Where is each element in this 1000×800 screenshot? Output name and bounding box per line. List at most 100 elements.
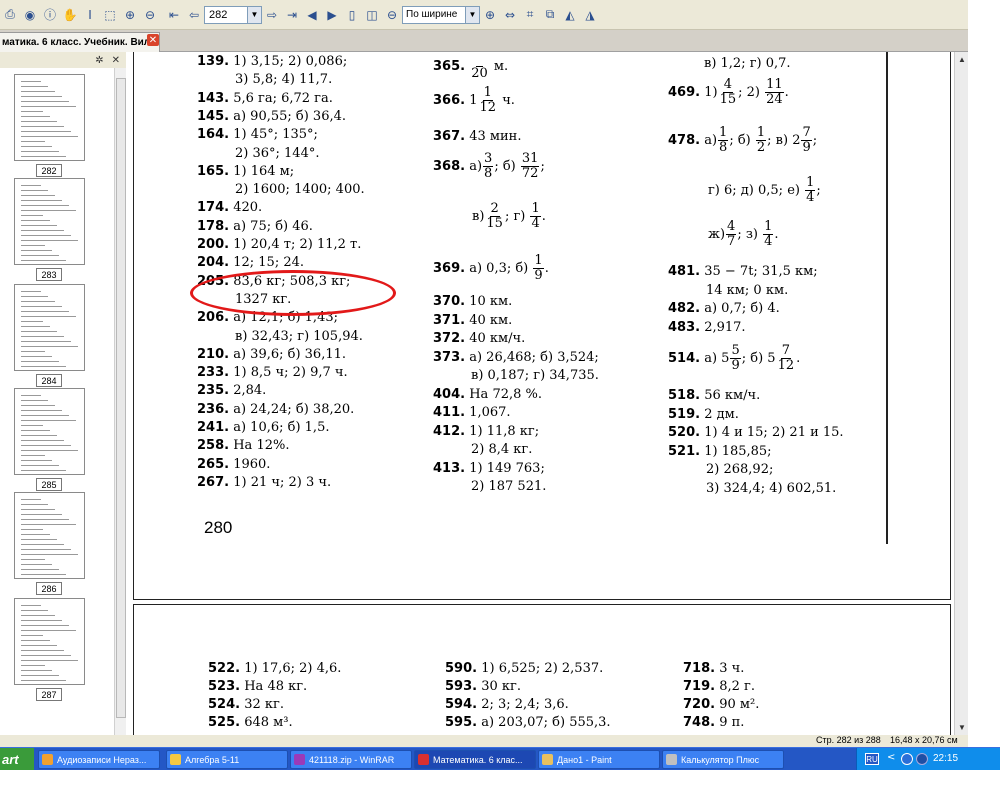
answer-text: 35 − 7t; 31,5 км; <box>704 264 818 279</box>
thumbnail-text-line <box>21 605 41 606</box>
taskbar-item-label: Дано1 - Paint <box>557 754 612 765</box>
taskbar-item[interactable]: 421118.zip - WinRAR <box>290 750 412 769</box>
scroll-up-icon[interactable]: ▲ <box>955 52 969 66</box>
answer-number: 373. <box>433 349 466 365</box>
start-button[interactable]: art <box>0 748 34 771</box>
answer-text: 1) 4 и 15; 2) 21 и 15. <box>704 425 844 440</box>
answer-line: 143. 5,6 га; 6,72 га. <box>197 91 333 107</box>
answer-line: 178. а) 75; б) 46. <box>197 219 313 235</box>
pane-close-icon[interactable]: ✕ <box>112 55 120 66</box>
thumbnail-scrollbar-thumb[interactable] <box>116 78 126 718</box>
page-thumbnail[interactable] <box>14 388 85 475</box>
viewer-scrollbar[interactable]: ▲ ▼ <box>954 52 968 735</box>
thumbnail-page-label[interactable]: 285 <box>36 478 62 491</box>
zoom-minus-icon[interactable]: ⊖ <box>383 6 401 24</box>
page-dropdown-icon[interactable]: ▼ <box>248 5 262 24</box>
answer-text: 1) 20,4 т; 2) 11,2 т. <box>233 237 362 252</box>
thumbnail-text-line <box>21 96 62 97</box>
answer-text: а) 26,468; б) 3,524; <box>469 349 599 365</box>
zoom-in-icon[interactable]: ⊕ <box>121 6 139 24</box>
zoom-tool-icon[interactable]: ◉ <box>21 6 39 24</box>
volume-icon[interactable] <box>916 753 928 765</box>
taskbar-item[interactable]: Алгебра 5-11 <box>166 750 288 769</box>
rotate-right-icon[interactable]: ◮ <box>581 6 599 24</box>
prev-page-icon[interactable]: ⇦ <box>185 6 203 24</box>
answer-text: 14 км; 0 км. <box>706 282 789 298</box>
facing-pages-icon[interactable]: ◫ <box>363 6 381 24</box>
fit-width-icon[interactable]: ⇔ <box>501 6 519 24</box>
thumbnail-text-line <box>21 361 59 362</box>
answer-number: 595. <box>445 715 478 730</box>
thumbnail-pane-header: ✲ ✕ <box>0 52 126 68</box>
page-number-input[interactable]: 282 <box>204 5 248 24</box>
tab-bar: матика. 6 класс. Учебник. Вил... ✕ <box>0 30 968 52</box>
app-icon <box>294 754 305 765</box>
next-page-icon[interactable]: ⇨ <box>263 6 281 24</box>
select-text-icon[interactable]: I <box>81 6 99 24</box>
zoom-out-icon[interactable]: ⊖ <box>141 6 159 24</box>
info-icon[interactable]: ⓘ <box>41 6 59 24</box>
answer-number: 139. <box>197 54 230 69</box>
answer-text: 40 км/ч. <box>469 331 526 346</box>
thumbnail-page-label[interactable]: 282 <box>36 164 62 177</box>
page-thumbnail[interactable] <box>14 74 85 161</box>
thumbnail-text-line <box>21 156 66 157</box>
actual-size-icon[interactable]: ⧉ <box>541 6 559 24</box>
taskbar-item[interactable]: Математика. 6 клас... <box>414 750 536 769</box>
pane-options-icon[interactable]: ✲ <box>95 55 103 66</box>
rotate-left-icon[interactable]: ◭ <box>561 6 579 24</box>
taskbar-item[interactable]: Калькулятор Плюс <box>662 750 784 769</box>
page-thumbnail[interactable] <box>14 284 85 371</box>
thumbnail-text-line <box>21 554 78 555</box>
thumbnail-page-label[interactable]: 286 <box>36 582 62 595</box>
thumbnail-text-line <box>21 291 41 292</box>
thumbnail-text-line <box>21 630 76 631</box>
forward-icon[interactable]: ▶ <box>323 6 341 24</box>
thumbnail-scrollbar[interactable] <box>114 68 126 735</box>
answer-text: 1) 6,525; 2) 2,537. <box>481 661 604 676</box>
thumbnail-text-line <box>21 190 48 191</box>
page-number: 280 <box>204 518 233 537</box>
back-icon[interactable]: ◀ <box>303 6 321 24</box>
answer-text: 1) 11,8 кг; <box>469 423 540 439</box>
zoom-mode-select[interactable]: По ширине <box>402 5 466 24</box>
thumbnail-page-label[interactable]: 284 <box>36 374 62 387</box>
document-tab[interactable]: матика. 6 класс. Учебник. Вил... <box>0 32 160 52</box>
answer-367: 367. 43 мин. <box>433 129 522 144</box>
answer-line: 404. На 72,8 %. <box>433 387 542 403</box>
thumbnail-text-line <box>21 430 50 431</box>
close-icon[interactable]: ✕ <box>147 34 159 46</box>
tray-expand-icon[interactable]: < <box>887 752 895 763</box>
select-area-icon[interactable]: ⬚ <box>101 6 119 24</box>
print-icon[interactable]: ⎙ <box>1 6 19 24</box>
fit-page-icon[interactable]: ⌗ <box>521 6 539 24</box>
single-page-icon[interactable]: ▯ <box>343 6 361 24</box>
answer-number: 525. <box>208 715 241 730</box>
taskbar-item-label: Аудиозаписи Нераз... <box>57 754 147 765</box>
answer-line: 524. 32 кг. <box>208 697 284 713</box>
answer-text: 2,84. <box>233 383 267 399</box>
page-thumbnail[interactable] <box>14 598 85 685</box>
taskbar-item[interactable]: Дано1 - Paint <box>538 750 660 769</box>
document-viewer[interactable]: 139. 1) 3,15; 2) 0,086; 3) 5,8; 4) 11,7. 1… <box>126 52 954 735</box>
zoom-dropdown-icon[interactable]: ▼ <box>466 5 480 24</box>
scroll-down-icon[interactable]: ▼ <box>955 720 969 734</box>
answer-text: 1) 3,15; 2) 0,086; <box>233 54 348 69</box>
answer-number: 265. <box>197 456 230 472</box>
hand-tool-icon[interactable]: ✋ <box>61 6 79 24</box>
answer-number: 520. <box>668 425 701 440</box>
status-page-size: 16,48 x 20,76 см <box>890 735 958 745</box>
thumbnail-page-label[interactable]: 287 <box>36 688 62 701</box>
page-thumbnail[interactable] <box>14 492 85 579</box>
answer-478-cont1: г) 6; д) 0,5; е) 1 4; <box>708 175 821 205</box>
network-icon[interactable] <box>901 753 913 765</box>
zoom-plus-icon[interactable]: ⊕ <box>481 6 499 24</box>
first-page-icon[interactable]: ⇤ <box>165 6 183 24</box>
app-icon <box>542 754 553 765</box>
taskbar-item[interactable]: Аудиозаписи Нераз... <box>38 750 160 769</box>
language-indicator[interactable]: RU <box>865 753 879 765</box>
answer-line: 2) 1600; 1400; 400. <box>197 182 365 198</box>
last-page-icon[interactable]: ⇥ <box>283 6 301 24</box>
page-thumbnail[interactable] <box>14 178 85 265</box>
thumbnail-page-label[interactable]: 283 <box>36 268 62 281</box>
